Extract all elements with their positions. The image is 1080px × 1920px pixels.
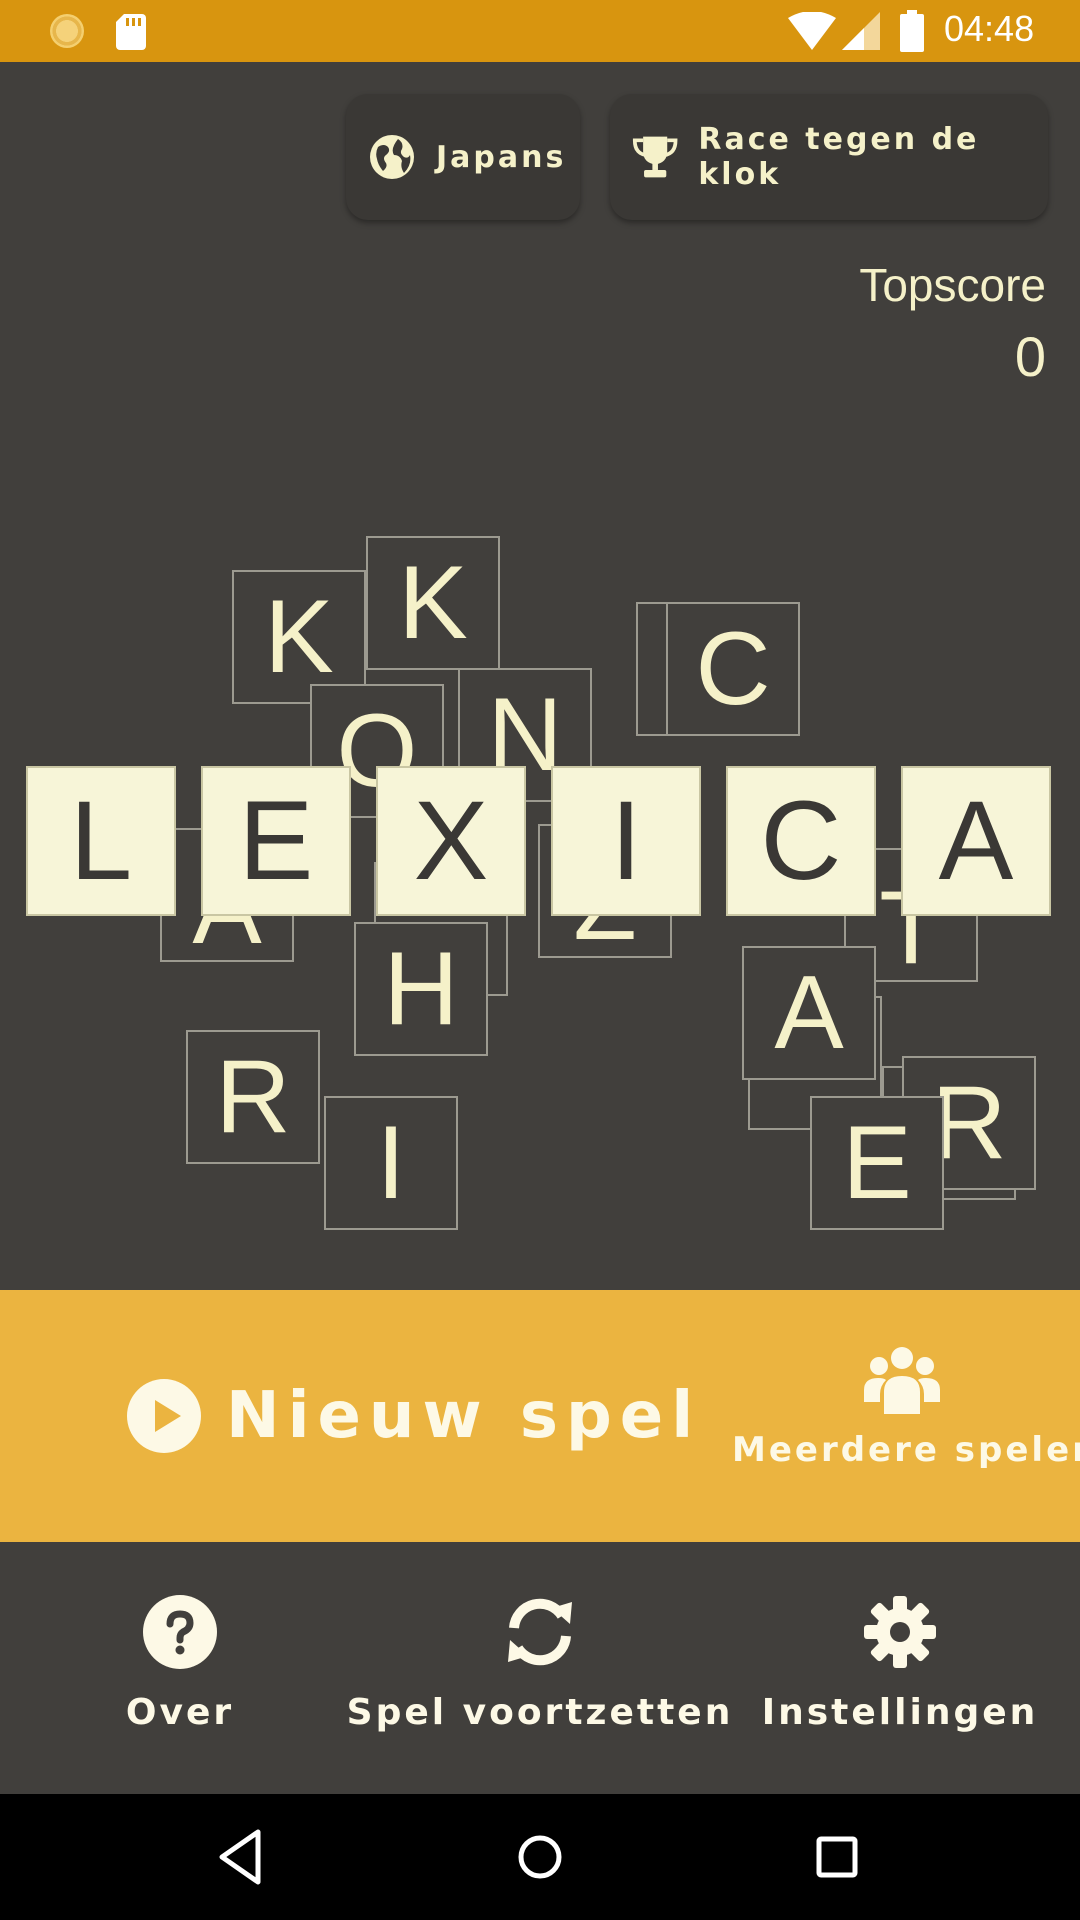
decorative-tile: H (354, 922, 488, 1056)
continue-game-label: Spel voortzetten (346, 1692, 734, 1733)
language-button[interactable]: Japans (346, 94, 580, 220)
sd-card-icon (116, 14, 146, 50)
decorative-tile: A (742, 946, 876, 1080)
decorative-tile: R (186, 1030, 320, 1164)
back-icon[interactable] (208, 1824, 274, 1890)
signal-icon (842, 12, 880, 50)
refresh-icon (508, 1598, 572, 1666)
multiplayer-button[interactable]: Meerdere spelers (732, 1340, 1080, 1470)
battery-icon (900, 10, 924, 52)
continue-game-button[interactable]: Spel voortzetten (340, 1594, 740, 1733)
language-label: Japans (436, 139, 567, 175)
decorative-tile: I (324, 1096, 458, 1230)
logo-tile: I (551, 766, 701, 916)
new-game-button[interactable]: Nieuw spel (126, 1378, 701, 1454)
settings-button[interactable]: Instellingen (760, 1594, 1040, 1733)
status-bar: 04:48 (0, 0, 1080, 62)
about-label: Over (125, 1692, 235, 1733)
group-icon (864, 1347, 940, 1414)
play-icon (127, 1379, 201, 1453)
game-mode-button[interactable]: Race tegen de klok (610, 94, 1048, 220)
gear-icon (864, 1596, 936, 1668)
help-icon (143, 1595, 217, 1669)
wifi-icon (788, 12, 836, 50)
topscore-label: Topscore (859, 259, 1046, 311)
logo-tile: E (201, 766, 351, 916)
decorative-tile: E (810, 1096, 944, 1230)
decorative-tile: K (366, 536, 500, 670)
multiplayer-label: Meerdere spelers (732, 1430, 1080, 1470)
home-icon[interactable] (507, 1824, 573, 1890)
logo-tile: C (726, 766, 876, 916)
settings-label: Instellingen (761, 1692, 1039, 1733)
logo-tile: X (376, 766, 526, 916)
about-button[interactable]: Over (80, 1594, 280, 1733)
logo-tile: L (26, 766, 176, 916)
new-game-label: Nieuw spel (226, 1379, 702, 1453)
app-notification-icon (50, 14, 84, 48)
globe-icon (370, 135, 414, 179)
logo-tile: A (901, 766, 1051, 916)
recents-icon[interactable] (804, 1824, 870, 1890)
trophy-icon (632, 136, 678, 178)
navigation-bar (0, 1794, 1080, 1920)
game-mode-label: Race tegen de klok (698, 122, 980, 192)
topscore-value: 0 (1014, 325, 1046, 388)
decorative-tile: C (666, 602, 800, 736)
status-time: 04:48 (944, 8, 1035, 49)
